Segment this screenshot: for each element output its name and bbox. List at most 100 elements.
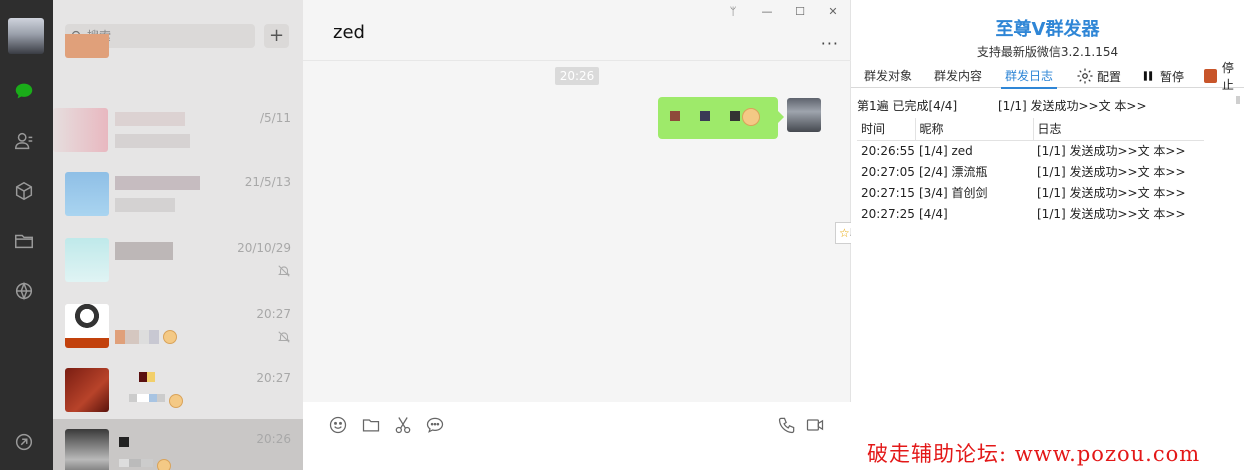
chat-title: zed (333, 22, 365, 43)
conversation-name (119, 437, 129, 453)
tab-targets[interactable]: 群发对象 (864, 67, 912, 84)
emoji-icon (156, 459, 171, 470)
chat-icon[interactable] (12, 79, 36, 103)
conversation-avatar (65, 304, 109, 348)
pin-icon[interactable]: ᛘ (725, 4, 741, 20)
conversation-item[interactable]: /5/11 (53, 98, 303, 162)
conversation-time: 20/10/29 (237, 241, 291, 255)
gear-icon (1077, 68, 1093, 84)
group-sender-panel: 至尊V群发器 支持最新版微信3.2.1.154 群发对象 群发内容 群发日志 配… (851, 0, 1244, 470)
moments-icon[interactable] (12, 279, 36, 303)
log-message: [1/1] 发送成功>>文 本>> (1037, 144, 1186, 159)
table-row[interactable]: 20:27:15 [3/4] 首创剑 [1/1] 发送成功>>文 本>> (857, 182, 1204, 203)
conversation-avatar (65, 34, 109, 58)
voice-call-icon[interactable] (777, 415, 799, 437)
conversation-preview (115, 198, 175, 212)
conversation-time: 20:27 (256, 307, 291, 321)
log-nickname: [1/4] zed (919, 143, 973, 158)
progress-status: 第1遍 已完成[4/4] (857, 99, 958, 113)
conversation-preview (115, 134, 190, 148)
conversation-item[interactable]: 21/5/13 (53, 162, 303, 226)
watermark-text: 破走辅助论坛: www.pozou.com (867, 442, 1201, 466)
column-header-log[interactable]: 日志 (1032, 118, 1204, 141)
emoji-icon (168, 394, 183, 408)
chat-header: zed ᛘ — ☐ ✕ ··· (303, 0, 851, 61)
video-call-icon[interactable] (805, 415, 827, 437)
send-file-icon[interactable] (361, 415, 383, 437)
conversation-item-selected[interactable]: 20:26 (53, 419, 303, 470)
conversation-preview (129, 394, 183, 408)
conversation-time: /5/11 (260, 111, 291, 125)
stop-icon (1204, 69, 1217, 83)
conversation-item[interactable]: 20/10/29 (53, 228, 303, 292)
conversation-item[interactable]: 20:27 (53, 294, 303, 358)
log-nickname: [3/4] 首创剑 (919, 186, 988, 200)
table-row[interactable]: 20:27:05 [2/4] 漂流瓶 [1/1] 发送成功>>文 本>> (857, 161, 1204, 182)
column-header-nickname[interactable]: 昵称 (914, 118, 1033, 141)
tab-content[interactable]: 群发内容 (934, 67, 982, 84)
log-message: [1/1] 发送成功>>文 本>> (1037, 165, 1186, 179)
star-icon: ☆ (839, 226, 850, 240)
log-time: 20:26:55 (861, 143, 915, 158)
contacts-icon[interactable] (12, 129, 36, 153)
close-button[interactable]: ✕ (825, 4, 841, 20)
conversation-avatar (53, 108, 108, 152)
my-avatar[interactable] (787, 98, 821, 132)
conversation-avatar (65, 368, 109, 412)
conversation-avatar (65, 172, 109, 216)
sent-message-bubble[interactable] (658, 97, 784, 139)
maximize-button[interactable]: ☐ (792, 4, 808, 20)
files-folder-icon[interactable] (12, 229, 36, 253)
message-timestamp: 20:26 (555, 67, 599, 85)
chat-window: zed ᛘ — ☐ ✕ ··· 20:26 (303, 0, 851, 470)
pause-label: 暂停 (1160, 69, 1185, 84)
log-nickname: [4/4] (919, 206, 948, 221)
user-avatar[interactable] (8, 18, 44, 54)
last-log-line: [1/1] 发送成功>>文 本>> (998, 99, 1147, 113)
column-header-time[interactable]: 时间 (857, 118, 915, 141)
emoji-icon (162, 330, 177, 344)
conversation-list: + /5/11 21/5/13 20/10/29 20:27 (53, 0, 303, 470)
tool-title: 至尊V群发器 (995, 19, 1100, 40)
conversation-time: 20:26 (256, 432, 291, 446)
stop-label: 停止 (1221, 61, 1234, 92)
conversation-name (115, 242, 173, 260)
mute-bell-icon (278, 331, 290, 343)
tab-log[interactable]: 群发日志 (1000, 67, 1058, 89)
conversation-name (139, 372, 155, 388)
log-time: 20:27:25 (861, 206, 915, 221)
conversation-avatar (65, 429, 109, 470)
config-button[interactable]: 配置 (1076, 66, 1121, 86)
pause-icon (1143, 71, 1153, 81)
emoji-icon[interactable] (328, 415, 350, 437)
log-table: 时间 昵称 日志 20:26:55 [1/4] zed [1/1] 发送成功>>… (857, 118, 1204, 224)
scrollbar[interactable] (1236, 96, 1240, 104)
pause-button[interactable]: 暂停 (1141, 66, 1184, 86)
conversation-time: 20:27 (256, 371, 291, 385)
mini-program-box-icon[interactable] (12, 179, 36, 203)
table-row[interactable]: 20:26:55 [1/4] zed [1/1] 发送成功>>文 本>> (857, 140, 1204, 161)
conversation-name (115, 176, 200, 192)
conversation-item[interactable] (53, 34, 303, 64)
message-input-area[interactable] (303, 402, 851, 470)
conversation-time: 21/5/13 (244, 175, 291, 189)
log-nickname: [2/4] 漂流瓶 (919, 165, 988, 179)
log-time: 20:27:15 (861, 185, 915, 200)
table-row[interactable]: 20:27:25 [4/4] [1/1] 发送成功>>文 本>> (857, 203, 1204, 224)
more-options-button[interactable]: ··· (821, 34, 839, 53)
screenshot-scissors-icon[interactable] (393, 415, 415, 437)
log-message: [1/1] 发送成功>>文 本>> (1037, 207, 1186, 221)
conversation-avatar (65, 238, 109, 282)
navigation-rail (0, 0, 53, 470)
minimize-button[interactable]: — (759, 4, 775, 20)
tool-subtitle: 支持最新版微信3.2.1.154 (976, 45, 1119, 59)
stop-button[interactable]: 停止 (1204, 61, 1244, 92)
log-message: [1/1] 发送成功>>文 本>> (1037, 186, 1186, 200)
tool-tabbar: 群发对象 群发内容 群发日志 配置 暂停 停止 (851, 61, 1244, 92)
conversation-item[interactable]: 20:27 (53, 358, 303, 422)
config-label: 配置 (1097, 69, 1122, 84)
link-settings-icon[interactable] (12, 430, 36, 454)
log-time: 20:27:05 (861, 164, 915, 179)
conversation-preview (119, 459, 171, 470)
chat-history-icon[interactable] (425, 415, 447, 437)
